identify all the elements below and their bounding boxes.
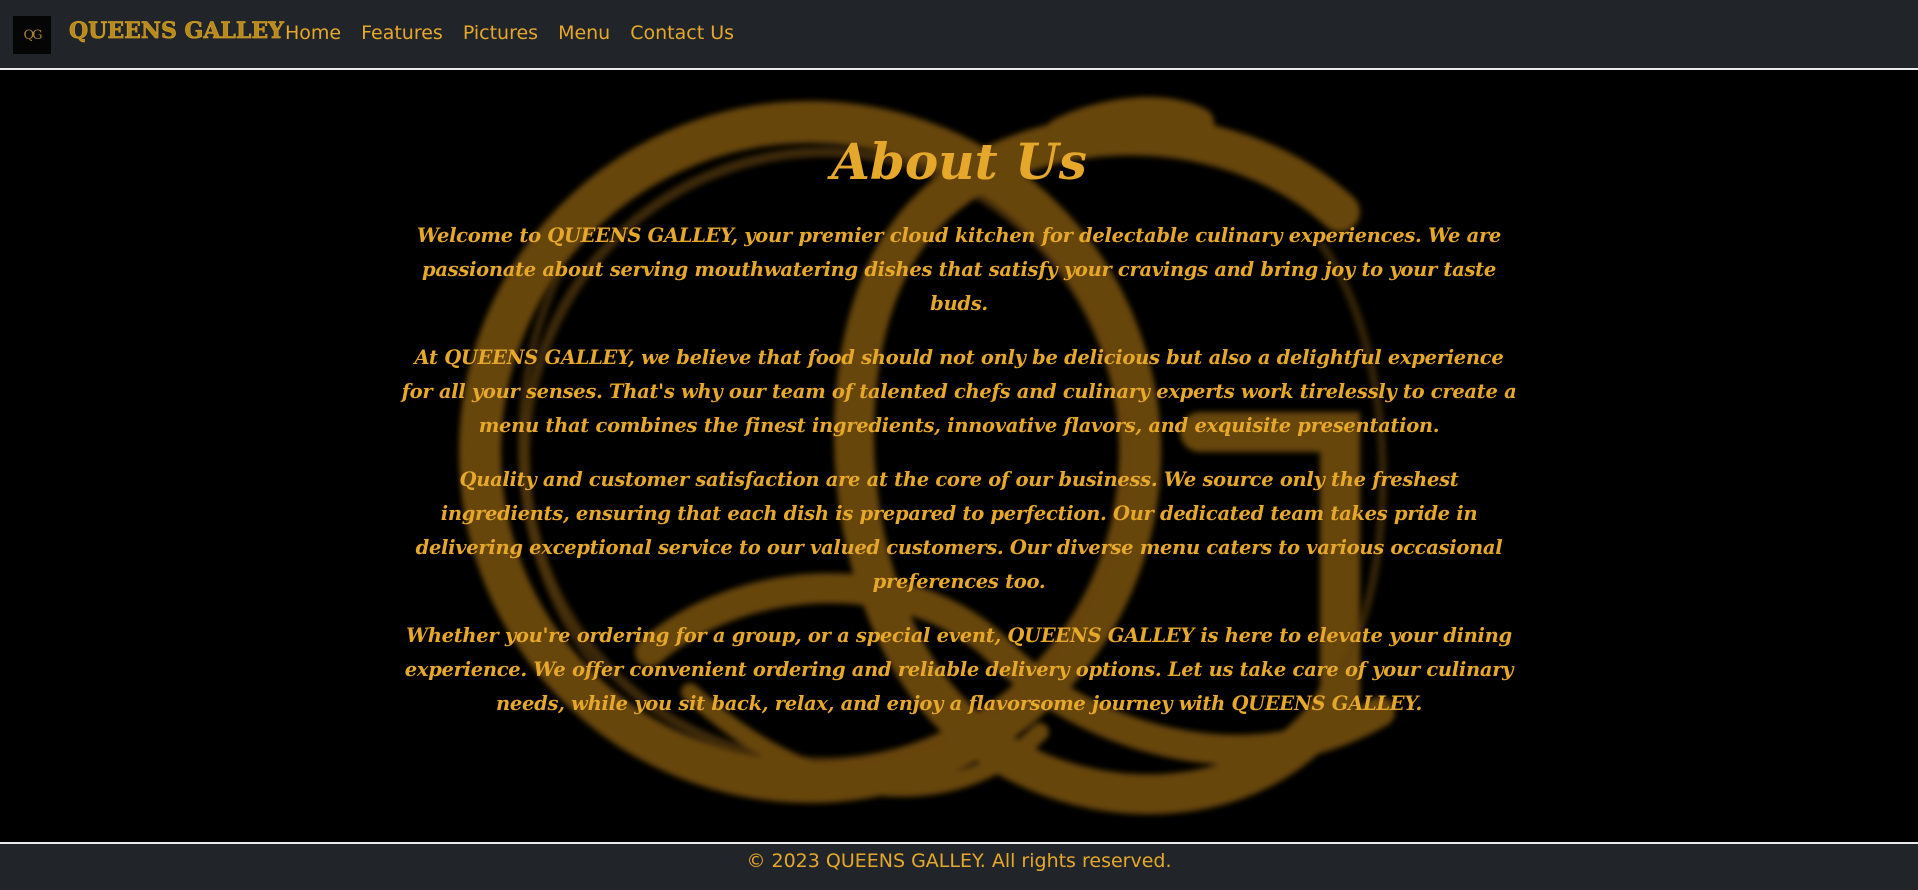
about-title: About Us	[831, 132, 1087, 191]
nav-link-features[interactable]: Features	[361, 22, 443, 44]
about-paragraph-4: Whether you're ordering for a group, or …	[404, 624, 1514, 715]
about-paragraph-3: Quality and customer satisfaction are at…	[415, 468, 1503, 593]
footer-copyright: © 2023 QUEENS GALLEY. All rights reserve…	[746, 850, 1172, 872]
brand-name[interactable]: QUEENS GALLEY	[69, 18, 284, 45]
nav-links: Home Features Pictures Menu Contact Us	[285, 22, 754, 44]
nav-link-home[interactable]: Home	[285, 22, 341, 44]
about-paragraph-1: Welcome to QUEENS GALLEY, your premier c…	[416, 224, 1502, 315]
nav-link-pictures[interactable]: Pictures	[463, 22, 538, 44]
about-paragraph-2: At QUEENS GALLEY, we believe that food s…	[401, 346, 1517, 437]
footer: © 2023 QUEENS GALLEY. All rights reserve…	[0, 842, 1918, 890]
brand-logo-text: QG	[23, 27, 42, 43]
nav-link-menu[interactable]: Menu	[558, 22, 610, 44]
about-content: About Us Welcome to QUEENS GALLEY, your …	[400, 134, 1518, 741]
brand-logo[interactable]: QG	[13, 16, 51, 54]
navbar: QG QUEENS GALLEY Home Features Pictures …	[0, 0, 1918, 70]
nav-link-contact-us[interactable]: Contact Us	[630, 22, 734, 44]
about-section: About Us Welcome to QUEENS GALLEY, your …	[0, 72, 1918, 842]
